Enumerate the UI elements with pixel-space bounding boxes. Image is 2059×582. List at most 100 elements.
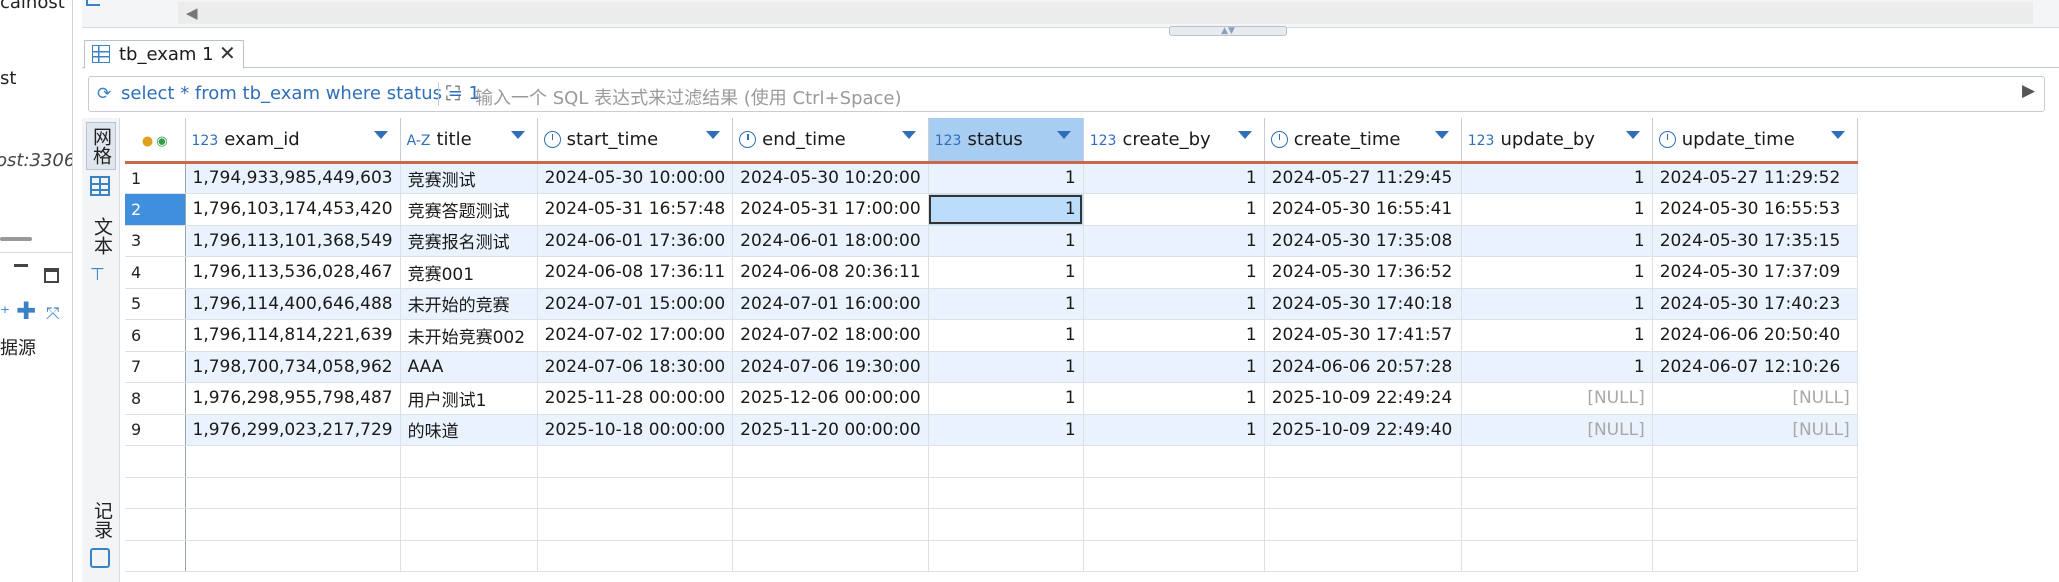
splitter-handle[interactable]: [0, 237, 32, 241]
close-icon[interactable]: ✕: [219, 40, 236, 67]
sql-query-text[interactable]: select * from tb_exam where status = 1: [121, 83, 480, 104]
cell-update-time[interactable]: 2024-05-30 17:40:23: [1652, 288, 1858, 320]
sort-dropdown-icon[interactable]: [706, 131, 721, 139]
column-header-update-by[interactable]: 123 update_by: [1461, 118, 1653, 164]
expand-filter-icon[interactable]: ⛶: [446, 81, 460, 105]
cell-update-by[interactable]: 1: [1461, 256, 1653, 289]
tab-text[interactable]: 文本: [86, 212, 116, 260]
column-header-title[interactable]: A-Z title: [400, 118, 538, 164]
table-row[interactable]: 6 1,796,114,814,221,639 未开始竞赛002 2024-07-02…: [125, 319, 1858, 352]
cell-status[interactable]: 1: [928, 256, 1084, 289]
cell-end-time[interactable]: 2024-05-30 10:20:00: [732, 162, 929, 194]
panel-sash[interactable]: ▲▼: [1169, 26, 1287, 36]
horizontal-scrollbar[interactable]: ◀: [82, 0, 2059, 28]
column-header-update-time[interactable]: update_time: [1652, 118, 1858, 164]
navigator-item[interactable]: calhost: [0, 0, 65, 13]
cell-end-time[interactable]: 2025-11-20 00:00:00: [732, 414, 929, 446]
table-row[interactable]: 8 1,976,298,955,798,487 用户测试1 2025-11-28 00…: [125, 382, 1858, 415]
table-row[interactable]: 5 1,796,114,400,646,488 未开始的竞赛 2024-07-01 1…: [125, 288, 1858, 320]
column-header-exam-id[interactable]: 123 exam_id: [185, 118, 401, 164]
cell-exam-id[interactable]: 1,796,114,814,221,639: [185, 319, 401, 352]
row-number[interactable]: 4: [125, 256, 186, 289]
cell-create-time[interactable]: 2024-05-30 17:36:52: [1264, 256, 1462, 289]
cell-start-time[interactable]: 2024-06-01 17:36:00: [537, 225, 734, 257]
table-row[interactable]: 7 1,798,700,734,058,962 AAA 2024-07-06 18:3…: [125, 351, 1858, 383]
add-connection-icon[interactable]: ✚: [16, 299, 36, 323]
row-number[interactable]: 2: [125, 193, 186, 226]
cell-exam-id[interactable]: 1,798,700,734,058,962: [185, 351, 401, 383]
cell-start-time[interactable]: 2024-07-06 18:30:00: [537, 351, 734, 383]
sort-dropdown-icon[interactable]: [510, 131, 525, 139]
cell-exam-id[interactable]: 1,796,113,101,368,549: [185, 225, 401, 257]
column-header-start-time[interactable]: start_time: [537, 118, 734, 164]
tab-grid[interactable]: 网格: [86, 122, 116, 170]
cell-status[interactable]: 1: [928, 319, 1084, 352]
cell-end-time[interactable]: 2024-05-31 17:00:00: [732, 193, 929, 226]
cell-update-by[interactable]: [NULL]: [1461, 414, 1653, 446]
cell-end-time[interactable]: 2024-07-06 19:30:00: [732, 351, 929, 383]
cell-create-by[interactable]: 1: [1083, 288, 1265, 320]
cell-create-time[interactable]: 2025-10-09 22:49:40: [1264, 414, 1462, 446]
cell-title[interactable]: 用户测试1: [400, 382, 538, 415]
cell-update-time[interactable]: 2024-06-06 20:50:40: [1652, 319, 1858, 352]
navigator-item[interactable]: st: [0, 68, 16, 89]
grid-icon[interactable]: [90, 176, 110, 196]
cell-exam-id[interactable]: 1,976,299,023,217,729: [185, 414, 401, 446]
cell-title[interactable]: 竞赛答题测试: [400, 193, 538, 226]
sort-dropdown-icon[interactable]: [373, 131, 388, 139]
sort-dropdown-icon[interactable]: [901, 131, 916, 139]
cell-end-time[interactable]: 2024-07-02 18:00:00: [732, 319, 929, 352]
cell-exam-id[interactable]: 1,796,103,174,453,420: [185, 193, 401, 226]
cell-create-by[interactable]: 1: [1083, 414, 1265, 446]
table-row[interactable]: 3 1,796,113,101,368,549 竞赛报名测试 2024-06-01 1…: [125, 225, 1858, 257]
cell-start-time[interactable]: 2024-07-01 15:00:00: [537, 288, 734, 320]
tab-tb-exam[interactable]: tb_exam 1 ✕: [84, 40, 244, 69]
maximize-icon[interactable]: [44, 268, 59, 283]
cell-update-by[interactable]: 1: [1461, 193, 1653, 226]
cell-status[interactable]: 1: [928, 193, 1084, 226]
cell-update-time[interactable]: 2024-06-07 12:10:26: [1652, 351, 1858, 383]
cell-create-by[interactable]: 1: [1083, 193, 1265, 226]
cell-end-time[interactable]: 2025-12-06 00:00:00: [732, 382, 929, 415]
cell-update-time[interactable]: 2024-05-30 17:35:15: [1652, 225, 1858, 257]
record-icon[interactable]: [90, 548, 110, 568]
column-header-end-time[interactable]: end_time: [732, 118, 929, 164]
cell-update-time[interactable]: [NULL]: [1652, 382, 1858, 415]
cell-title[interactable]: AAA: [400, 351, 538, 383]
sort-dropdown-icon[interactable]: [1056, 131, 1071, 139]
cell-update-by[interactable]: [NULL]: [1461, 382, 1653, 415]
minimize-icon[interactable]: [14, 264, 28, 267]
cell-start-time[interactable]: 2024-05-30 10:00:00: [537, 162, 734, 194]
cell-status[interactable]: 1: [928, 351, 1084, 383]
apply-filter-icon[interactable]: ▶: [2022, 81, 2035, 101]
tab-record[interactable]: 记录: [86, 496, 116, 544]
cell-end-time[interactable]: 2024-07-01 16:00:00: [732, 288, 929, 320]
table-row[interactable]: 4 1,796,113,536,028,467 竞赛001 2024-06-08 17…: [125, 256, 1858, 289]
cell-start-time[interactable]: 2025-11-28 00:00:00: [537, 382, 734, 415]
cell-create-time[interactable]: 2024-05-30 17:41:57: [1264, 319, 1462, 352]
filter-input[interactable]: 输入一个 SQL 表达式来过滤结果 (使用 Ctrl+Space): [475, 84, 902, 110]
filter-icon[interactable]: ⟳: [97, 84, 111, 104]
cell-status[interactable]: 1: [928, 414, 1084, 446]
cell-update-time[interactable]: 2024-05-27 11:29:52: [1652, 162, 1858, 194]
cell-update-by[interactable]: 1: [1461, 288, 1653, 320]
cell-status[interactable]: 1: [928, 288, 1084, 320]
row-number[interactable]: 3: [125, 225, 186, 257]
cell-end-time[interactable]: 2024-06-08 20:36:11: [732, 256, 929, 289]
text-view-icon[interactable]: ⊤: [90, 266, 110, 286]
scrollbar-track[interactable]: [178, 2, 2033, 24]
cell-exam-id[interactable]: 1,794,933,985,449,603: [185, 162, 401, 194]
cell-create-by[interactable]: 1: [1083, 162, 1265, 194]
navigator-item[interactable]: 据源: [0, 334, 36, 360]
cell-create-time[interactable]: 2024-05-27 11:29:45: [1264, 162, 1462, 194]
cell-update-by[interactable]: 1: [1461, 225, 1653, 257]
cell-update-by[interactable]: 1: [1461, 319, 1653, 352]
cell-status[interactable]: 1: [928, 162, 1084, 194]
cell-update-time[interactable]: 2024-05-30 17:37:09: [1652, 256, 1858, 289]
cell-update-time[interactable]: [NULL]: [1652, 414, 1858, 446]
cell-title[interactable]: 竞赛001: [400, 256, 538, 289]
sort-dropdown-icon[interactable]: [1237, 131, 1252, 139]
column-header-status[interactable]: 123 status: [928, 118, 1084, 164]
cell-title[interactable]: 竞赛报名测试: [400, 225, 538, 257]
cell-exam-id[interactable]: 1,976,298,955,798,487: [185, 382, 401, 415]
